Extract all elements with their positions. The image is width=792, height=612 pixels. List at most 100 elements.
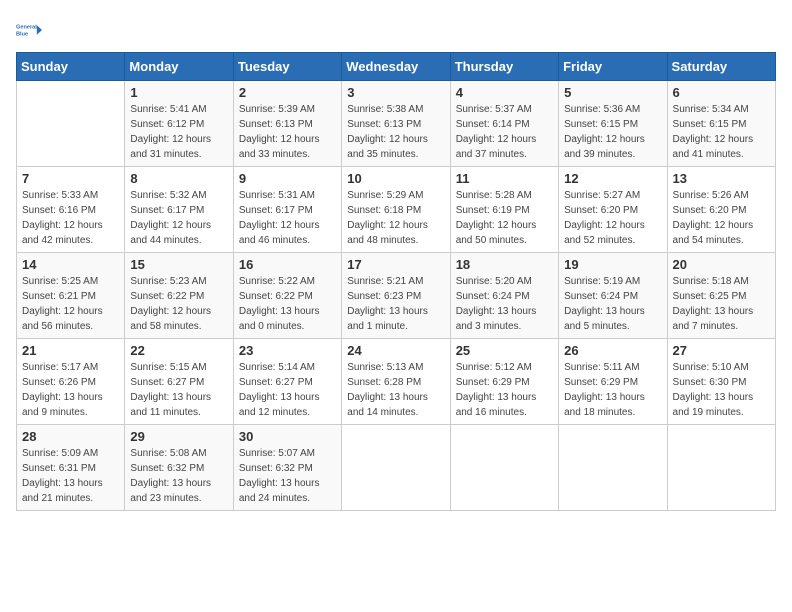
calendar-cell: 22 Sunrise: 5:15 AMSunset: 6:27 PMDayligh… (125, 339, 233, 425)
calendar-cell (667, 425, 775, 511)
calendar-cell: 6Sunrise: 5:34 AMSunset: 6:15 PMDaylight… (667, 81, 775, 167)
day-info: Sunrise: 5:17 AMSunset: 6:26 PMDaylight:… (22, 360, 119, 420)
day-number: 4 (456, 85, 553, 100)
day-info: Sunrise: 5:20 AMSunset: 6:24 PMDaylight:… (456, 274, 553, 334)
calendar-cell: 25 Sunrise: 5:12 AMSunset: 6:29 PMDayligh… (450, 339, 558, 425)
day-number: 24 (347, 343, 444, 358)
day-info: Sunrise: 5:21 AMSunset: 6:23 PMDaylight:… (347, 274, 444, 334)
day-info: Sunrise: 5:09 AMSunset: 6:31 PMDaylight:… (22, 446, 119, 506)
day-number: 18 (456, 257, 553, 272)
day-number: 16 (239, 257, 336, 272)
day-number: 6 (673, 85, 770, 100)
day-number: 11 (456, 171, 553, 186)
calendar-cell: 26 Sunrise: 5:11 AMSunset: 6:29 PMDayligh… (559, 339, 667, 425)
day-number: 20 (673, 257, 770, 272)
day-number: 1 (130, 85, 227, 100)
col-header-friday: Friday (559, 53, 667, 81)
calendar-cell: 28 Sunrise: 5:09 AMSunset: 6:31 PMDayligh… (17, 425, 125, 511)
day-number: 10 (347, 171, 444, 186)
logo: General Blue (16, 16, 44, 44)
calendar-cell: 2 Sunrise: 5:39 AMSunset: 6:13 PMDaylight… (233, 81, 341, 167)
calendar-cell (450, 425, 558, 511)
day-info: Sunrise: 5:41 AMSunset: 6:12 PMDaylight:… (130, 102, 227, 162)
day-info: Sunrise: 5:12 AMSunset: 6:29 PMDaylight:… (456, 360, 553, 420)
calendar-cell: 19 Sunrise: 5:19 AMSunset: 6:24 PMDayligh… (559, 253, 667, 339)
day-number: 28 (22, 429, 119, 444)
day-number: 25 (456, 343, 553, 358)
col-header-wednesday: Wednesday (342, 53, 450, 81)
calendar-table: SundayMondayTuesdayWednesdayThursdayFrid… (16, 52, 776, 511)
day-info: Sunrise: 5:33 AMSunset: 6:16 PMDaylight:… (22, 188, 119, 248)
day-info: Sunrise: 5:22 AMSunset: 6:22 PMDaylight:… (239, 274, 336, 334)
calendar-cell: 23 Sunrise: 5:14 AMSunset: 6:27 PMDayligh… (233, 339, 341, 425)
calendar-cell: 9 Sunrise: 5:31 AMSunset: 6:17 PMDaylight… (233, 167, 341, 253)
day-info: Sunrise: 5:11 AMSunset: 6:29 PMDaylight:… (564, 360, 661, 420)
calendar-cell: 8Sunrise: 5:32 AMSunset: 6:17 PMDaylight… (125, 167, 233, 253)
calendar-cell: 15 Sunrise: 5:23 AMSunset: 6:22 PMDayligh… (125, 253, 233, 339)
day-info: Sunrise: 5:36 AMSunset: 6:15 PMDaylight:… (564, 102, 661, 162)
day-info: Sunrise: 5:10 AMSunset: 6:30 PMDaylight:… (673, 360, 770, 420)
day-info: Sunrise: 5:15 AMSunset: 6:27 PMDaylight:… (130, 360, 227, 420)
day-number: 13 (673, 171, 770, 186)
col-header-sunday: Sunday (17, 53, 125, 81)
svg-text:Blue: Blue (16, 32, 28, 38)
week-row-4: 21 Sunrise: 5:17 AMSunset: 6:26 PMDayligh… (17, 339, 776, 425)
calendar-cell: 4Sunrise: 5:37 AMSunset: 6:14 PMDaylight… (450, 81, 558, 167)
calendar-cell (17, 81, 125, 167)
calendar-cell: 16 Sunrise: 5:22 AMSunset: 6:22 PMDayligh… (233, 253, 341, 339)
day-info: Sunrise: 5:38 AMSunset: 6:13 PMDaylight:… (347, 102, 444, 162)
day-number: 17 (347, 257, 444, 272)
day-number: 19 (564, 257, 661, 272)
day-info: Sunrise: 5:29 AMSunset: 6:18 PMDaylight:… (347, 188, 444, 248)
day-info: Sunrise: 5:07 AMSunset: 6:32 PMDaylight:… (239, 446, 336, 506)
col-header-monday: Monday (125, 53, 233, 81)
day-info: Sunrise: 5:39 AMSunset: 6:13 PMDaylight:… (239, 102, 336, 162)
day-number: 26 (564, 343, 661, 358)
day-info: Sunrise: 5:25 AMSunset: 6:21 PMDaylight:… (22, 274, 119, 334)
day-number: 23 (239, 343, 336, 358)
day-number: 2 (239, 85, 336, 100)
day-info: Sunrise: 5:14 AMSunset: 6:27 PMDaylight:… (239, 360, 336, 420)
day-info: Sunrise: 5:18 AMSunset: 6:25 PMDaylight:… (673, 274, 770, 334)
calendar-cell: 30Sunrise: 5:07 AMSunset: 6:32 PMDayligh… (233, 425, 341, 511)
calendar-cell: 5 Sunrise: 5:36 AMSunset: 6:15 PMDaylight… (559, 81, 667, 167)
day-number: 12 (564, 171, 661, 186)
day-info: Sunrise: 5:27 AMSunset: 6:20 PMDaylight:… (564, 188, 661, 248)
calendar-cell: 13 Sunrise: 5:26 AMSunset: 6:20 PMDayligh… (667, 167, 775, 253)
week-row-5: 28 Sunrise: 5:09 AMSunset: 6:31 PMDayligh… (17, 425, 776, 511)
day-number: 9 (239, 171, 336, 186)
calendar-cell: 17 Sunrise: 5:21 AMSunset: 6:23 PMDayligh… (342, 253, 450, 339)
day-info: Sunrise: 5:19 AMSunset: 6:24 PMDaylight:… (564, 274, 661, 334)
day-number: 5 (564, 85, 661, 100)
calendar-cell: 7 Sunrise: 5:33 AMSunset: 6:16 PMDaylight… (17, 167, 125, 253)
calendar-cell: 1 Sunrise: 5:41 AMSunset: 6:12 PMDaylight… (125, 81, 233, 167)
day-number: 29 (130, 429, 227, 444)
calendar-cell: 18 Sunrise: 5:20 AMSunset: 6:24 PMDayligh… (450, 253, 558, 339)
day-info: Sunrise: 5:32 AMSunset: 6:17 PMDaylight:… (130, 188, 227, 248)
calendar-cell: 11Sunrise: 5:28 AMSunset: 6:19 PMDayligh… (450, 167, 558, 253)
calendar-cell: 3 Sunrise: 5:38 AMSunset: 6:13 PMDaylight… (342, 81, 450, 167)
day-number: 15 (130, 257, 227, 272)
calendar-cell: 10 Sunrise: 5:29 AMSunset: 6:18 PMDayligh… (342, 167, 450, 253)
col-header-thursday: Thursday (450, 53, 558, 81)
day-number: 27 (673, 343, 770, 358)
calendar-cell: 21 Sunrise: 5:17 AMSunset: 6:26 PMDayligh… (17, 339, 125, 425)
calendar-cell: 24 Sunrise: 5:13 AMSunset: 6:28 PMDayligh… (342, 339, 450, 425)
svg-text:General: General (16, 24, 37, 30)
day-number: 3 (347, 85, 444, 100)
calendar-cell: 12 Sunrise: 5:27 AMSunset: 6:20 PMDayligh… (559, 167, 667, 253)
col-header-tuesday: Tuesday (233, 53, 341, 81)
calendar-cell (342, 425, 450, 511)
day-info: Sunrise: 5:31 AMSunset: 6:17 PMDaylight:… (239, 188, 336, 248)
week-row-2: 7 Sunrise: 5:33 AMSunset: 6:16 PMDaylight… (17, 167, 776, 253)
week-row-1: 1 Sunrise: 5:41 AMSunset: 6:12 PMDaylight… (17, 81, 776, 167)
day-number: 22 (130, 343, 227, 358)
day-info: Sunrise: 5:13 AMSunset: 6:28 PMDaylight:… (347, 360, 444, 420)
day-info: Sunrise: 5:26 AMSunset: 6:20 PMDaylight:… (673, 188, 770, 248)
calendar-cell: 20 Sunrise: 5:18 AMSunset: 6:25 PMDayligh… (667, 253, 775, 339)
page-header: General Blue (16, 16, 776, 44)
day-info: Sunrise: 5:23 AMSunset: 6:22 PMDaylight:… (130, 274, 227, 334)
calendar-cell (559, 425, 667, 511)
day-number: 7 (22, 171, 119, 186)
day-number: 21 (22, 343, 119, 358)
